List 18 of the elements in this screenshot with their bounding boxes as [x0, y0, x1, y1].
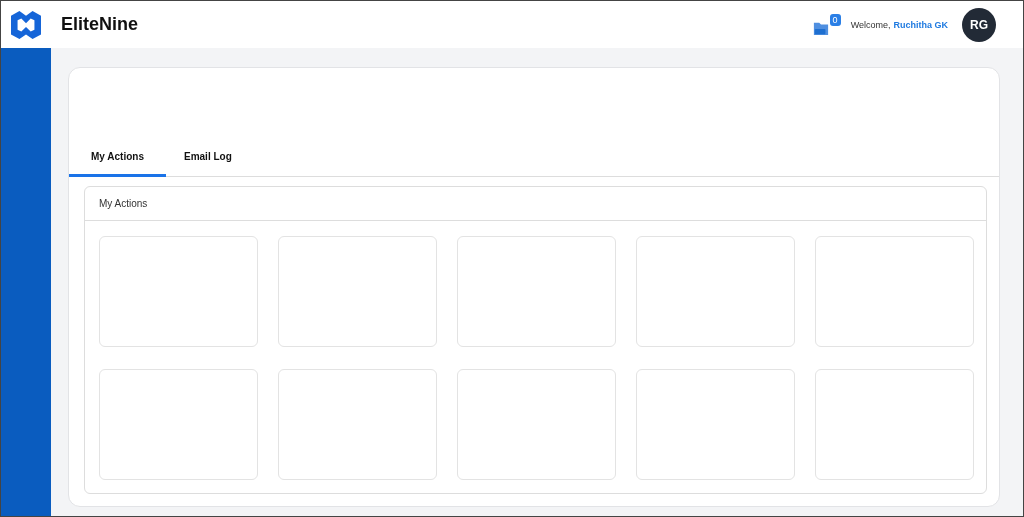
welcome-text: Welcome,	[850, 19, 891, 30]
tab[interactable]: Email Log	[166, 141, 250, 177]
action-card[interactable]	[99, 369, 258, 480]
action-card[interactable]	[99, 236, 258, 347]
action-card[interactable]	[457, 236, 616, 347]
action-card[interactable]	[278, 369, 437, 480]
action-card[interactable]	[278, 236, 437, 347]
action-card[interactable]	[457, 369, 616, 480]
notification-count: 0	[829, 13, 841, 26]
user-avatar[interactable]: RG	[962, 7, 996, 42]
tab[interactable]: My Actions	[69, 141, 166, 177]
action-card[interactable]	[815, 369, 974, 480]
brand-name: EliteNine	[61, 14, 139, 35]
action-card[interactable]	[815, 236, 974, 347]
action-card[interactable]	[636, 236, 795, 347]
user-name: Ruchitha GK	[893, 19, 948, 30]
action-card[interactable]	[636, 369, 795, 480]
panel-title: My Actions	[99, 198, 148, 209]
